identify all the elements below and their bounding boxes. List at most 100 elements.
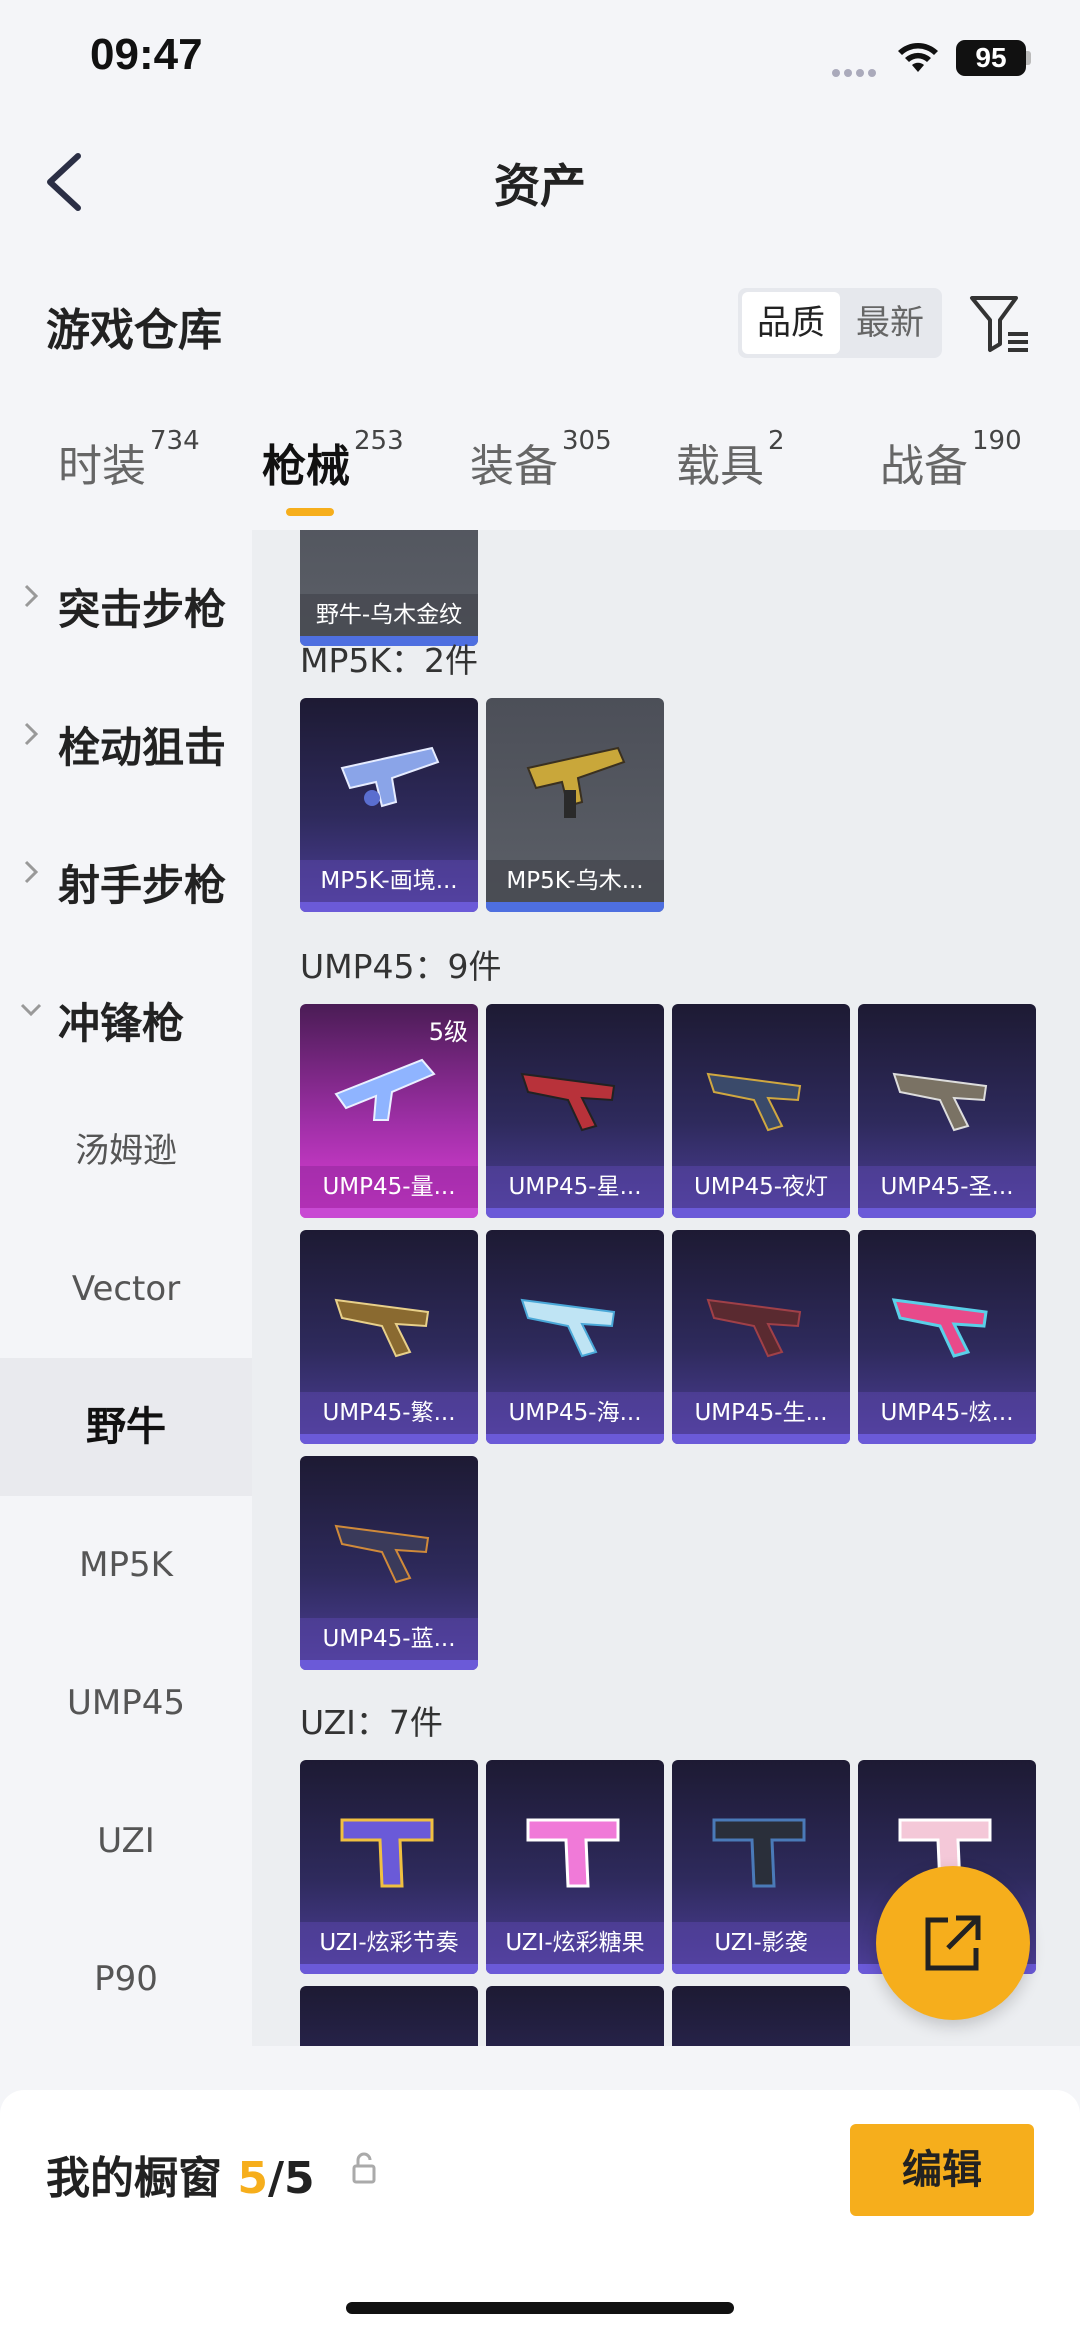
gun-icon bbox=[340, 1818, 434, 1888]
skin-name: UMP45-圣... bbox=[858, 1166, 1036, 1208]
skin-name: UMP45-夜灯 bbox=[672, 1166, 850, 1208]
sidebar-cat-bolt-sniper[interactable]: 栓动狙击 bbox=[0, 668, 252, 806]
skin-card[interactable]: UMP45-生... bbox=[672, 1230, 850, 1444]
status-bar: 09:47 95 bbox=[0, 0, 1080, 120]
skin-name: 野牛-乌木金纹 bbox=[300, 594, 478, 636]
showcase-total: /5 bbox=[267, 2153, 315, 2204]
battery-cap bbox=[1026, 51, 1031, 65]
skin-name: UZI-炫彩节奏 bbox=[300, 1922, 478, 1964]
gun-icon bbox=[891, 1298, 988, 1358]
status-time: 09:47 bbox=[90, 30, 203, 79]
sidebar-cat-label: 射手步枪 bbox=[58, 861, 227, 910]
rarity-bar bbox=[300, 1208, 478, 1218]
gun-icon bbox=[334, 1298, 430, 1358]
section-title-mp5k: MP5K：2件 bbox=[300, 641, 479, 680]
sidebar-item-vector[interactable]: Vector bbox=[0, 1220, 252, 1358]
skin-name: UMP45-星... bbox=[486, 1166, 664, 1208]
skin-name: MP5K-画境... bbox=[300, 860, 478, 902]
gun-icon bbox=[334, 1058, 436, 1121]
skin-name: UMP45-繁... bbox=[300, 1392, 478, 1434]
rarity-bar bbox=[858, 1208, 1036, 1218]
rarity-bar bbox=[858, 1434, 1036, 1444]
tab-supplies[interactable]: 战备 190 bbox=[880, 426, 1022, 494]
chevron-right-icon bbox=[24, 860, 39, 884]
sidebar-cat-smg[interactable]: 冲锋枪 bbox=[0, 944, 252, 1082]
active-tab-indicator bbox=[286, 508, 334, 516]
sort-newest-button[interactable]: 最新 bbox=[842, 292, 938, 354]
skin-card[interactable]: UMP45-星... bbox=[486, 1004, 664, 1218]
tab-equipment[interactable]: 装备 305 bbox=[470, 426, 612, 494]
tab-firearms[interactable]: 枪械 253 bbox=[262, 426, 404, 494]
skin-name: UZI-影袭 bbox=[672, 1922, 850, 1964]
skin-name: MP5K-乌木... bbox=[486, 860, 664, 902]
skin-card[interactable]: UMP45-繁... bbox=[300, 1230, 478, 1444]
page-title: 资产 bbox=[494, 159, 586, 213]
skin-card[interactable]: MP5K-画境... bbox=[300, 698, 478, 912]
skin-grid: 野牛-乌木金纹 MP5K：2件 MP5K-画境... MP5K-乌木... UM… bbox=[252, 530, 1080, 2046]
rarity-bar bbox=[672, 1434, 850, 1444]
skin-card[interactable]: UZI-炫彩节奏 bbox=[300, 1760, 478, 1974]
showcase-label: 我的橱窗 5/5 bbox=[46, 2153, 315, 2204]
home-indicator bbox=[346, 2302, 734, 2314]
sidebar-item-bizon[interactable]: 野牛 bbox=[0, 1358, 252, 1496]
category-tabs: 时装 734 枪械 253 装备 305 载具 2 战备 190 bbox=[0, 426, 1080, 530]
skin-card[interactable]: UMP45-炫... bbox=[858, 1230, 1036, 1444]
sidebar-cat-assault-rifle[interactable]: 突击步枪 bbox=[0, 530, 252, 668]
rarity-bar bbox=[300, 1660, 478, 1670]
chevron-right-icon bbox=[24, 584, 39, 608]
skin-card[interactable] bbox=[672, 1986, 850, 2046]
edit-button[interactable]: 编辑 bbox=[850, 2124, 1034, 2216]
skin-card[interactable]: UZI-影袭 bbox=[672, 1760, 850, 1974]
skin-card[interactable] bbox=[300, 1986, 478, 2046]
weapon-type-sidebar: 突击步枪 栓动狙击 射手步枪 冲锋枪 汤姆逊 Vector 野牛 MP5K UM… bbox=[0, 530, 252, 2046]
skin-card[interactable]: 5级 UMP45-量... bbox=[300, 1004, 478, 1218]
skin-card[interactable]: UMP45-夜灯 bbox=[672, 1004, 850, 1218]
rarity-bar bbox=[672, 1964, 850, 1974]
warehouse-title: 游戏仓库 bbox=[46, 305, 222, 356]
skin-card[interactable]: 野牛-乌木金纹 bbox=[300, 530, 478, 646]
skin-name: UZI-炫彩糖果 bbox=[486, 1922, 664, 1964]
gun-icon bbox=[520, 1072, 616, 1132]
chevron-right-icon bbox=[24, 722, 39, 746]
rarity-bar bbox=[486, 1964, 664, 1974]
rarity-bar bbox=[672, 1208, 850, 1218]
gun-icon bbox=[706, 1298, 802, 1358]
skin-card[interactable]: MP5K-乌木... bbox=[486, 698, 664, 912]
skin-name: UMP45-炫... bbox=[858, 1392, 1036, 1434]
sidebar-item-mp5k[interactable]: MP5K bbox=[0, 1496, 252, 1634]
sort-quality-button[interactable]: 品质 bbox=[742, 292, 840, 354]
skin-card[interactable] bbox=[486, 1986, 664, 2046]
sidebar-cat-label: 冲锋枪 bbox=[58, 999, 185, 1048]
share-button[interactable] bbox=[876, 1866, 1030, 2020]
gun-icon bbox=[712, 1818, 806, 1888]
gun-icon bbox=[892, 1072, 988, 1132]
skin-card[interactable]: UMP45-圣... bbox=[858, 1004, 1036, 1218]
skin-name: UMP45-海... bbox=[486, 1392, 664, 1434]
sidebar-item-uzi[interactable]: UZI bbox=[0, 1772, 252, 1910]
sidebar-item-ump45[interactable]: UMP45 bbox=[0, 1634, 252, 1772]
rarity-bar bbox=[300, 1964, 478, 1974]
sidebar-item-thompson[interactable]: 汤姆逊 bbox=[0, 1082, 252, 1220]
tab-fashion[interactable]: 时装 734 bbox=[58, 426, 200, 494]
sort-toggle: 品质 最新 bbox=[738, 288, 942, 358]
sidebar-cat-label: 栓动狙击 bbox=[58, 723, 227, 772]
gun-icon bbox=[334, 1524, 430, 1584]
sidebar-cat-marksman-rifle[interactable]: 射手步枪 bbox=[0, 806, 252, 944]
skin-card[interactable]: UMP45-蓝... bbox=[300, 1456, 478, 1670]
section-title-ump45: UMP45：9件 bbox=[300, 947, 502, 986]
gun-icon bbox=[706, 1072, 802, 1132]
battery-indicator: 95 bbox=[956, 40, 1026, 76]
filter-icon[interactable] bbox=[966, 290, 1032, 356]
tab-vehicles[interactable]: 载具 2 bbox=[676, 426, 785, 494]
sidebar-item-p90[interactable]: P90 bbox=[0, 1910, 252, 2046]
section-title-uzi: UZI：7件 bbox=[300, 1703, 443, 1742]
cellular-signal-icon bbox=[832, 62, 882, 77]
showcase-current: 5 bbox=[237, 2153, 268, 2204]
skin-name: UMP45-蓝... bbox=[300, 1618, 478, 1660]
skin-card[interactable]: UZI-炫彩糖果 bbox=[486, 1760, 664, 1974]
skin-card[interactable]: UMP45-海... bbox=[486, 1230, 664, 1444]
gun-icon bbox=[526, 746, 626, 818]
unlock-icon[interactable] bbox=[350, 2150, 378, 2186]
rarity-bar bbox=[486, 902, 664, 912]
chevron-down-icon bbox=[20, 1003, 42, 1017]
